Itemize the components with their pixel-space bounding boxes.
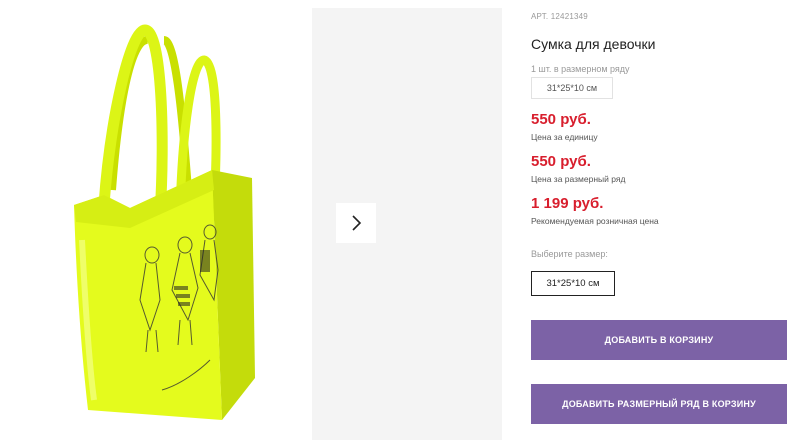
pack-price-label: Цена за размерный ряд: [531, 174, 626, 184]
unit-price-label: Цена за единицу: [531, 132, 598, 142]
product-info: АРТ. 12421349 Сумка для девочки 1 шт. в …: [531, 0, 793, 440]
pack-size-chip: 31*25*10 см: [531, 77, 613, 99]
retail-price-label: Рекомендуемая розничная цена: [531, 216, 659, 226]
pack-note: 1 шт. в размерном ряду: [531, 64, 630, 74]
size-select-label: Выберите размер:: [531, 249, 608, 259]
add-to-cart-button[interactable]: ДОБАВИТЬ В КОРЗИНУ: [531, 320, 787, 360]
product-title: Сумка для девочки: [531, 36, 656, 52]
product-sku: АРТ. 12421349: [531, 12, 588, 21]
chevron-right-icon: [352, 215, 362, 231]
add-pack-to-cart-button[interactable]: ДОБАВИТЬ РАЗМЕРНЫЙ РЯД В КОРЗИНУ: [531, 384, 787, 424]
gallery-next-button[interactable]: [336, 203, 376, 243]
unit-price: 550 руб.: [531, 111, 591, 128]
retail-price: 1 199 руб.: [531, 195, 604, 212]
bag-image: [74, 24, 255, 420]
product-image[interactable]: [0, 0, 310, 440]
size-option[interactable]: 31*25*10 см: [531, 271, 615, 296]
pack-price: 550 руб.: [531, 153, 591, 170]
